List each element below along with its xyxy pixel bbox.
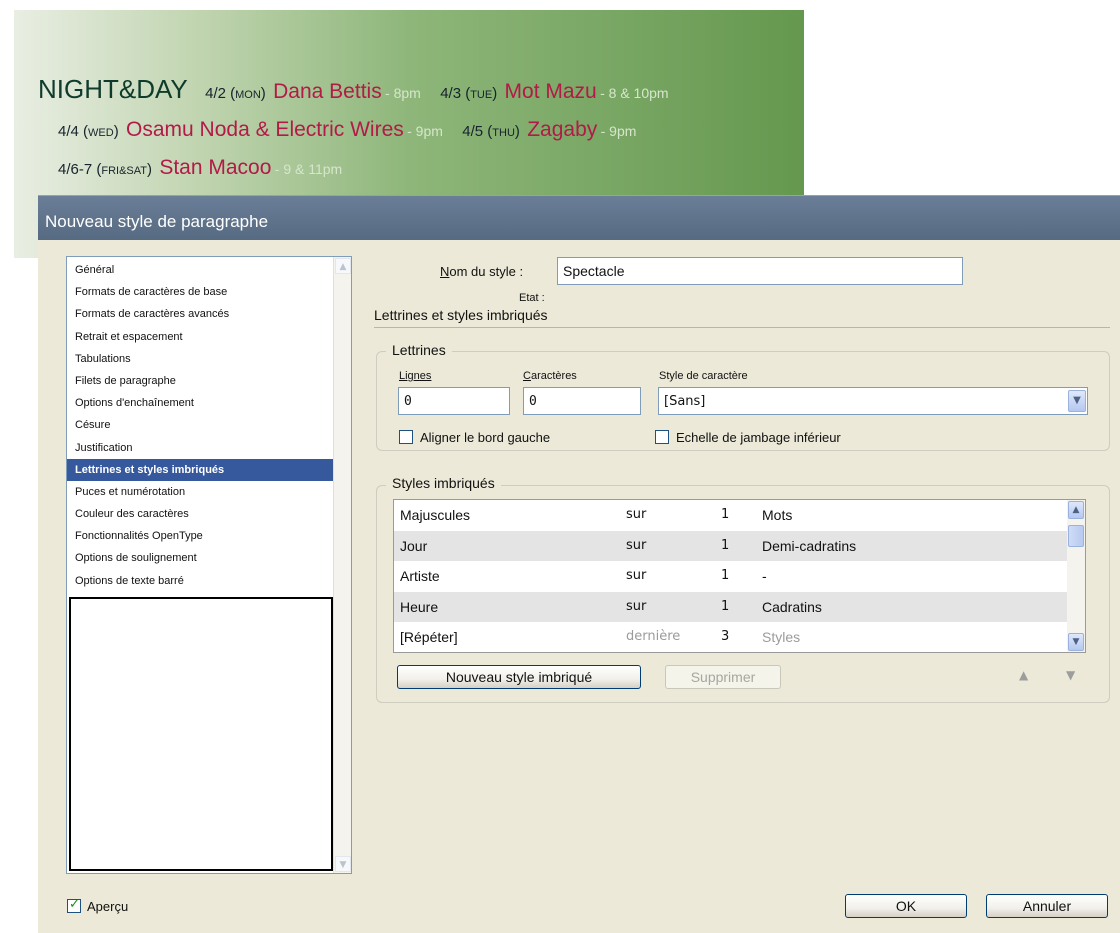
cell-unit: Cadratins — [762, 598, 822, 615]
category-item[interactable]: Formats de caractères avancés — [67, 303, 333, 325]
event-artist: Osamu Noda & Electric Wires — [126, 118, 404, 141]
align-left-label[interactable]: Aligner le bord gauche — [420, 430, 550, 445]
scroll-down-icon[interactable]: ▼ — [335, 856, 351, 872]
charstyle-label: Style de caractère — [659, 370, 748, 382]
cell-unit: - — [762, 568, 767, 585]
section-title: Lettrines et styles imbriqués — [374, 307, 548, 323]
event-time: - 8pm — [385, 85, 421, 101]
cell-unit: Styles — [762, 629, 801, 646]
move-up-icon[interactable]: ▲ — [1019, 668, 1028, 682]
category-item[interactable]: Fonctionnalités OpenType — [67, 525, 333, 547]
cell-style: [Répéter] — [400, 629, 458, 646]
category-list-empty-area — [69, 597, 333, 871]
category-item[interactable]: Tabulations — [67, 348, 333, 370]
event-date: 4/5 (THU) — [462, 123, 520, 140]
event-artist: Dana Bettis — [273, 80, 382, 103]
table-row[interactable]: Majuscules sur 1 Mots — [394, 500, 1067, 531]
cell-unit: Mots — [762, 507, 793, 523]
charstyle-select[interactable]: [Sans] — [658, 387, 1088, 415]
table-row[interactable]: Heure sur 1 Cadratins — [394, 591, 1067, 623]
category-item[interactable]: Filets de paragraphe — [67, 370, 333, 392]
chars-input[interactable]: 0 — [523, 387, 641, 415]
delete-button[interactable]: Supprimer — [665, 665, 781, 689]
ok-button[interactable]: OK — [845, 894, 967, 918]
category-item[interactable]: Options de texte barré — [67, 570, 333, 592]
cell-style: Jour — [400, 537, 428, 554]
event-date: 4/4 (WED) — [58, 123, 119, 140]
descender-scale-checkbox[interactable] — [655, 430, 669, 444]
category-item[interactable]: Couleur des caractères — [67, 503, 333, 525]
table-row[interactable]: [Répéter] dernière 3 Styles — [394, 622, 1067, 652]
cell-count: 1 — [721, 507, 730, 522]
cell-through: dernière — [626, 629, 681, 645]
category-list[interactable]: Général Formats de caractères de base Form… — [66, 256, 352, 874]
nested-styles-table[interactable]: Majuscules sur 1 Mots Jour sur 1 Demi-cadratins… — [393, 499, 1086, 653]
dropcaps-legend: Lettrines — [386, 342, 452, 358]
banner-line-2: 4/4 (WED) Osamu Noda & Electric Wires - … — [58, 118, 652, 142]
preview-checkbox[interactable] — [67, 897, 81, 913]
style-name-input[interactable]: Spectacle — [557, 257, 963, 285]
category-items: Général Formats de caractères de base Form… — [67, 259, 333, 592]
cell-style: Artiste — [400, 568, 440, 585]
new-nested-style-button[interactable]: Nouveau style imbriqué — [397, 665, 641, 689]
cell-through: sur — [626, 568, 647, 584]
category-item[interactable]: Formats de caractères de base — [67, 281, 333, 303]
event-date: 4/2 (MON) — [205, 85, 266, 102]
nested-styles-legend: Styles imbriqués — [386, 475, 501, 491]
event-artist: Stan Macoo — [159, 156, 272, 179]
descender-scale-label[interactable]: Echelle de jambage inférieur — [676, 430, 841, 445]
cell-through: sur — [626, 507, 647, 522]
banner-line-3: 4/6-7 (FRI&SAT) Stan Macoo - 9 & 11pm — [58, 156, 358, 180]
cancel-button[interactable]: Annuler — [986, 894, 1108, 918]
category-item[interactable]: Options d'enchaînement — [67, 392, 333, 414]
state-label: Etat : — [519, 292, 545, 304]
cell-style: Heure — [400, 598, 439, 615]
paragraph-style-dialog: Nouveau style de paragraphe Général Forma… — [38, 195, 1120, 933]
preview-label[interactable]: Aperçu — [87, 899, 128, 914]
lines-input[interactable]: 0 — [398, 387, 510, 415]
category-item[interactable]: Lettrines et styles imbriqués — [67, 458, 333, 481]
category-item[interactable]: Puces et numérotation — [67, 481, 333, 503]
cell-count: 3 — [721, 629, 730, 645]
scroll-down-icon[interactable]: ▼ — [1068, 633, 1084, 651]
move-down-icon[interactable]: ▼ — [1066, 668, 1075, 682]
cell-count: 1 — [721, 598, 730, 614]
event-artist: Zagaby — [527, 118, 598, 141]
section-divider — [374, 327, 1110, 328]
cell-through: sur — [626, 537, 647, 553]
scroll-up-icon[interactable]: ▲ — [335, 258, 351, 274]
cell-unit: Demi-cadratins — [762, 537, 857, 554]
event-date: 4/3 (TUE) — [440, 85, 498, 102]
scroll-thumb[interactable] — [1068, 525, 1084, 547]
category-item[interactable]: Retrait et espacement — [67, 326, 333, 348]
lines-label: Lignes — [399, 370, 432, 382]
chevron-down-icon[interactable]: ▼ — [1068, 390, 1086, 412]
nested-scrollbar[interactable]: ▲ ▼ — [1067, 500, 1085, 652]
cell-style: Majuscules — [400, 507, 471, 523]
category-item[interactable]: Options de soulignement — [67, 547, 333, 569]
cell-count: 1 — [721, 537, 730, 553]
cell-count: 1 — [721, 568, 730, 584]
table-row[interactable]: Jour sur 1 Demi-cadratins — [394, 530, 1067, 562]
category-item[interactable]: Justification — [67, 437, 333, 459]
style-name-label: Nom du style : — [440, 264, 524, 279]
dialog-title: Nouveau style de paragraphe — [38, 196, 1120, 240]
category-item[interactable]: Césure — [67, 414, 333, 436]
table-row[interactable]: Artiste sur 1 - — [394, 561, 1067, 592]
scroll-up-icon[interactable]: ▲ — [1068, 501, 1084, 519]
category-scrollbar[interactable]: ▲ ▼ — [333, 257, 351, 873]
cell-through: sur — [626, 598, 647, 614]
event-date: 4/6-7 (FRI&SAT) — [58, 161, 152, 178]
event-time: - 9pm — [407, 123, 443, 139]
category-item[interactable]: Général — [67, 259, 333, 281]
event-time: - 9 & 11pm — [274, 161, 343, 177]
event-time: - 9pm — [600, 123, 637, 139]
event-time: - 8 & 10pm — [600, 85, 669, 101]
banner-title: NIGHT&DAY — [38, 74, 188, 104]
banner-line-1: NIGHT&DAY 4/2 (MON) Dana Bettis - 8pm 4/… — [38, 74, 685, 105]
chars-label: Caractères — [523, 370, 577, 382]
align-left-checkbox[interactable] — [399, 430, 413, 444]
event-artist: Mot Mazu — [504, 80, 597, 103]
